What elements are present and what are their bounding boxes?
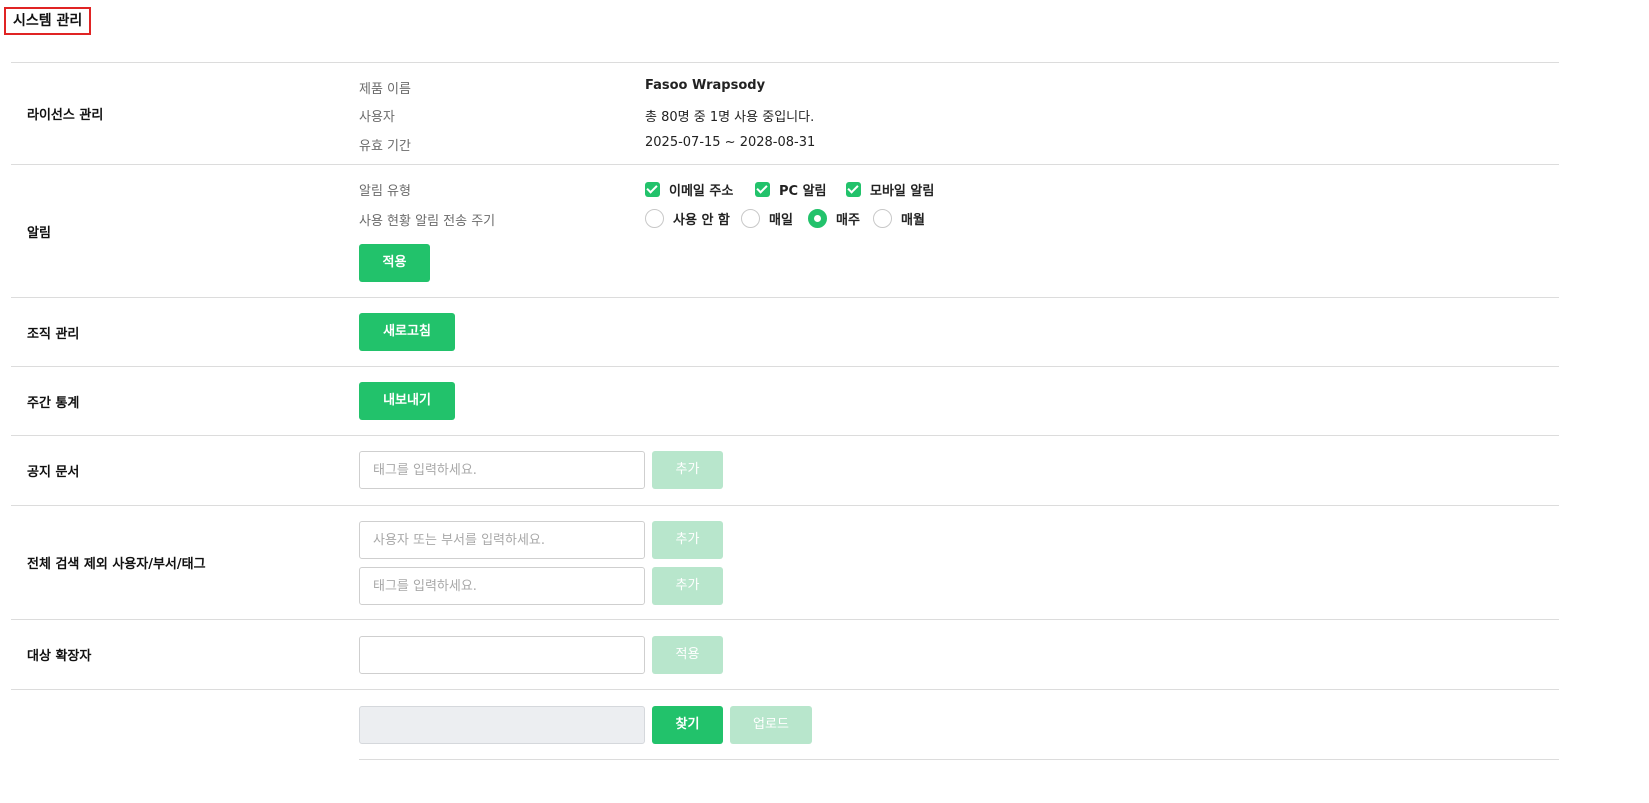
exclude-tag-add-button[interactable]: 추가 <box>652 567 723 605</box>
notify-email-label: 이메일 주소 <box>669 184 734 199</box>
notice-row-label: 공지 문서 <box>27 465 80 480</box>
notify-mobile-label: 모바일 알림 <box>870 184 935 199</box>
exclude-row: 전체 검색 제외 사용자/부서/태그 추가 추가 <box>11 505 1559 619</box>
radio-unselected-icon[interactable] <box>645 209 664 228</box>
license-row: 라이선스 관리 제품 이름 Fasoo Wrapsody 사용자 총 80명 중… <box>11 62 1559 164</box>
notify-mobile-option[interactable]: 모바일 알림 <box>846 180 934 199</box>
notification-row-label: 알림 <box>27 225 51 241</box>
extension-row-label: 대상 확장자 <box>27 649 92 664</box>
org-row-label: 조직 관리 <box>27 326 80 342</box>
cycle-daily-label: 매일 <box>769 213 793 228</box>
period-label: 유효 기간 <box>359 139 411 154</box>
cycle-none-option[interactable]: 사용 안 함 <box>645 209 730 228</box>
checkbox-checked-icon[interactable] <box>645 182 660 197</box>
user-label: 사용자 <box>359 110 395 125</box>
notice-tag-input[interactable] <box>359 451 645 489</box>
cycle-monthly-label: 매월 <box>901 213 925 228</box>
notification-apply-button[interactable]: 적용 <box>359 244 430 282</box>
license-row-label: 라이선스 관리 <box>27 108 104 123</box>
extension-apply-button[interactable]: 적용 <box>652 636 723 674</box>
radio-unselected-icon[interactable] <box>873 209 892 228</box>
file-path-input[interactable] <box>359 706 645 744</box>
divider <box>359 759 1559 760</box>
extension-row: 대상 확장자 적용 <box>11 619 1559 689</box>
checkbox-checked-icon[interactable] <box>846 182 861 197</box>
notice-row: 공지 문서 추가 <box>11 435 1559 505</box>
cycle-none-label: 사용 안 함 <box>673 213 730 228</box>
upload-button[interactable]: 업로드 <box>730 706 812 744</box>
notification-type-label: 알림 유형 <box>359 184 411 199</box>
notify-pc-option[interactable]: PC 알림 <box>755 180 827 199</box>
settings-table: 라이선스 관리 제품 이름 Fasoo Wrapsody 사용자 총 80명 중… <box>11 62 1559 759</box>
cycle-weekly-option[interactable]: 매주 <box>808 209 860 228</box>
export-button[interactable]: 내보내기 <box>359 382 455 420</box>
product-name-value: Fasoo Wrapsody <box>645 78 766 93</box>
upload-row: 찾기 업로드 <box>11 689 1559 759</box>
product-name-label: 제품 이름 <box>359 82 411 97</box>
exclude-row-label: 전체 검색 제외 사용자/부서/태그 <box>27 557 206 572</box>
cycle-daily-option[interactable]: 매일 <box>741 209 793 228</box>
weekly-row-label: 주간 통계 <box>27 395 80 411</box>
exclude-user-add-button[interactable]: 추가 <box>652 521 723 559</box>
notification-cycle-label: 사용 현황 알림 전송 주기 <box>359 214 496 229</box>
notification-row: 알림 알림 유형 이메일 주소 PC 알림 모바일 알림 사용 현황 알림 전송… <box>11 164 1559 297</box>
notify-email-option[interactable]: 이메일 주소 <box>645 180 733 199</box>
exclude-tag-input[interactable] <box>359 567 645 605</box>
user-value: 총 80명 중 1명 사용 중입니다. <box>645 110 815 125</box>
exclude-user-input[interactable] <box>359 521 645 559</box>
radio-unselected-icon[interactable] <box>741 209 760 228</box>
notice-add-button[interactable]: 추가 <box>652 451 723 489</box>
org-row: 조직 관리 새로고침 <box>11 297 1559 366</box>
weekly-row: 주간 통계 내보내기 <box>11 366 1559 435</box>
cycle-weekly-label: 매주 <box>836 213 860 228</box>
radio-selected-icon[interactable] <box>808 209 827 228</box>
notify-pc-label: PC 알림 <box>779 184 827 199</box>
checkbox-checked-icon[interactable] <box>755 182 770 197</box>
cycle-monthly-option[interactable]: 매월 <box>873 209 925 228</box>
refresh-button[interactable]: 새로고침 <box>359 313 455 351</box>
find-button[interactable]: 찾기 <box>652 706 723 744</box>
page-title: 시스템 관리 <box>4 7 92 35</box>
period-value: 2025-07-15 ~ 2028-08-31 <box>645 135 816 150</box>
extension-input[interactable] <box>359 636 645 674</box>
